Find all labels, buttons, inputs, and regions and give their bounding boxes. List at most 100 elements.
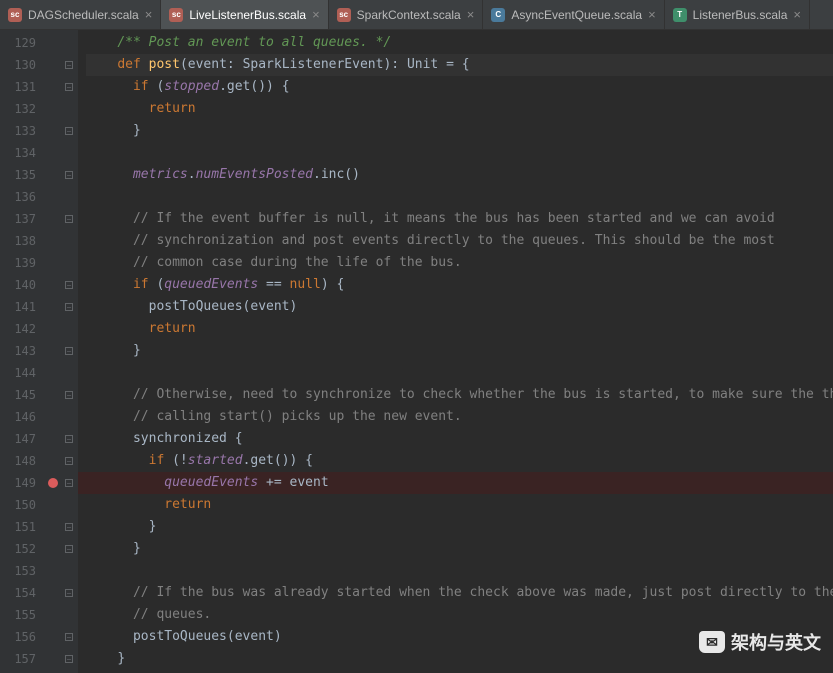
fold-slot[interactable]: − xyxy=(60,626,78,648)
breakpoint-slot[interactable] xyxy=(46,296,60,318)
fold-toggle-icon[interactable]: − xyxy=(65,655,73,663)
breakpoint-slot[interactable] xyxy=(46,472,60,494)
fold-slot[interactable] xyxy=(60,186,78,208)
fold-slot[interactable]: − xyxy=(60,538,78,560)
fold-slot[interactable]: − xyxy=(60,164,78,186)
fold-toggle-icon[interactable]: − xyxy=(65,171,73,179)
close-icon[interactable]: × xyxy=(793,8,801,21)
breakpoint-slot[interactable] xyxy=(46,362,60,384)
code-line[interactable] xyxy=(86,186,833,208)
fold-slot[interactable]: − xyxy=(60,120,78,142)
code-line[interactable]: synchronized { xyxy=(86,428,833,450)
breakpoint-slot[interactable] xyxy=(46,76,60,98)
code-line[interactable]: } xyxy=(86,538,833,560)
fold-toggle-icon[interactable]: − xyxy=(65,61,73,69)
breakpoint-slot[interactable] xyxy=(46,32,60,54)
code-line[interactable]: if (queuedEvents == null) { xyxy=(86,274,833,296)
tab-listenerbus-scala[interactable]: TListenerBus.scala× xyxy=(665,0,810,29)
breakpoint-slot[interactable] xyxy=(46,538,60,560)
code-line[interactable]: def post(event: SparkListenerEvent): Uni… xyxy=(86,54,833,76)
code-line[interactable]: } xyxy=(86,516,833,538)
breakpoint-gutter[interactable] xyxy=(46,30,60,673)
breakpoint-slot[interactable] xyxy=(46,604,60,626)
fold-slot[interactable] xyxy=(60,560,78,582)
tab-sparkcontext-scala[interactable]: scSparkContext.scala× xyxy=(329,0,484,29)
code-line[interactable]: /** Post an event to all queues. */ xyxy=(86,32,833,54)
fold-slot[interactable] xyxy=(60,494,78,516)
close-icon[interactable]: × xyxy=(312,8,320,21)
breakpoint-slot[interactable] xyxy=(46,142,60,164)
fold-toggle-icon[interactable]: − xyxy=(65,347,73,355)
breakpoint-slot[interactable] xyxy=(46,560,60,582)
code-line[interactable] xyxy=(86,142,833,164)
code-line[interactable]: if (stopped.get()) { xyxy=(86,76,833,98)
breakpoint-icon[interactable] xyxy=(48,478,58,488)
breakpoint-slot[interactable] xyxy=(46,274,60,296)
breakpoint-slot[interactable] xyxy=(46,494,60,516)
fold-slot[interactable] xyxy=(60,318,78,340)
fold-toggle-icon[interactable]: − xyxy=(65,281,73,289)
fold-toggle-icon[interactable]: − xyxy=(65,127,73,135)
fold-slot[interactable]: − xyxy=(60,76,78,98)
fold-toggle-icon[interactable]: − xyxy=(65,589,73,597)
fold-toggle-icon[interactable]: − xyxy=(65,215,73,223)
tab-dagscheduler-scala[interactable]: scDAGScheduler.scala× xyxy=(0,0,161,29)
tab-livelistenerbus-scala[interactable]: scLiveListenerBus.scala× xyxy=(161,0,328,29)
breakpoint-slot[interactable] xyxy=(46,98,60,120)
code-line[interactable]: // Otherwise, need to synchronize to che… xyxy=(86,384,833,406)
code-line[interactable]: // common case during the life of the bu… xyxy=(86,252,833,274)
code-line-breakpoint[interactable]: queuedEvents += event xyxy=(78,472,833,494)
breakpoint-slot[interactable] xyxy=(46,230,60,252)
breakpoint-slot[interactable] xyxy=(46,450,60,472)
fold-slot[interactable]: − xyxy=(60,450,78,472)
fold-slot[interactable]: − xyxy=(60,582,78,604)
code-line[interactable]: metrics.numEventsPosted.inc() xyxy=(86,164,833,186)
fold-toggle-icon[interactable]: − xyxy=(65,633,73,641)
code-line[interactable]: postToQueues(event) xyxy=(86,296,833,318)
breakpoint-slot[interactable] xyxy=(46,582,60,604)
code-line[interactable]: // If the bus was already started when t… xyxy=(86,582,833,604)
fold-slot[interactable]: − xyxy=(60,54,78,76)
code-line[interactable]: if (!started.get()) { xyxy=(86,450,833,472)
breakpoint-slot[interactable] xyxy=(46,384,60,406)
fold-slot[interactable]: − xyxy=(60,384,78,406)
close-icon[interactable]: × xyxy=(145,8,153,21)
fold-toggle-icon[interactable]: − xyxy=(65,391,73,399)
fold-slot[interactable]: − xyxy=(60,428,78,450)
code-line[interactable]: // calling start() picks up the new even… xyxy=(86,406,833,428)
fold-toggle-icon[interactable]: − xyxy=(65,303,73,311)
fold-slot[interactable]: − xyxy=(60,340,78,362)
fold-toggle-icon[interactable]: − xyxy=(65,479,73,487)
fold-slot[interactable] xyxy=(60,252,78,274)
fold-slot[interactable] xyxy=(60,362,78,384)
code-line[interactable]: } xyxy=(86,340,833,362)
fold-slot[interactable] xyxy=(60,98,78,120)
fold-toggle-icon[interactable]: − xyxy=(65,83,73,91)
breakpoint-slot[interactable] xyxy=(46,54,60,76)
code-line[interactable]: // If the event buffer is null, it means… xyxy=(86,208,833,230)
fold-slot[interactable]: − xyxy=(60,274,78,296)
close-icon[interactable]: × xyxy=(467,8,475,21)
code-line[interactable]: return xyxy=(86,318,833,340)
breakpoint-slot[interactable] xyxy=(46,208,60,230)
breakpoint-slot[interactable] xyxy=(46,516,60,538)
fold-slot[interactable] xyxy=(60,142,78,164)
breakpoint-slot[interactable] xyxy=(46,120,60,142)
fold-slot[interactable] xyxy=(60,604,78,626)
breakpoint-slot[interactable] xyxy=(46,318,60,340)
fold-slot[interactable] xyxy=(60,230,78,252)
fold-toggle-icon[interactable]: − xyxy=(65,457,73,465)
code-line[interactable]: // queues. xyxy=(86,604,833,626)
fold-gutter[interactable]: −−−−−−−−−−−−−−−−− xyxy=(60,30,78,673)
breakpoint-slot[interactable] xyxy=(46,406,60,428)
code-line[interactable]: } xyxy=(86,120,833,142)
code-viewport[interactable]: /** Post an event to all queues. */ def … xyxy=(78,30,833,673)
fold-slot[interactable]: − xyxy=(60,296,78,318)
fold-slot[interactable]: − xyxy=(60,208,78,230)
breakpoint-slot[interactable] xyxy=(46,428,60,450)
code-line[interactable]: return xyxy=(86,494,833,516)
fold-slot[interactable]: − xyxy=(60,648,78,670)
breakpoint-slot[interactable] xyxy=(46,252,60,274)
breakpoint-slot[interactable] xyxy=(46,626,60,648)
breakpoint-slot[interactable] xyxy=(46,164,60,186)
